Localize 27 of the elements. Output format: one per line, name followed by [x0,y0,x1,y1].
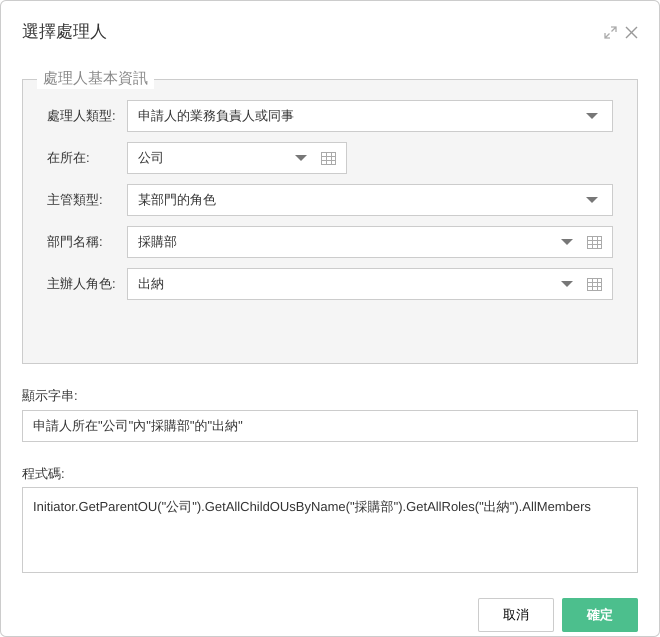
field-label: 在所在: [47,149,91,168]
expand-icon[interactable] [604,26,617,38]
fieldset-legend: 處理人基本資訊 [37,69,154,89]
dialog-title: 選擇處理人 [22,22,107,42]
select-field[interactable]: 公司 [127,142,347,174]
table-icon[interactable] [587,278,602,290]
close-icon[interactable] [625,26,638,38]
caret-icon[interactable] [561,239,573,245]
code-textarea[interactable]: Initiator.GetParentOU("公司").GetAllChildOUsByName("採購部").GetAllRoles("出納").AllMembers [22,487,638,573]
field-label: 處理人類型: [47,107,117,126]
field-label: 顯示字串: [22,387,79,405]
cancel-button[interactable]: 取消 [478,598,554,632]
caret-icon[interactable] [561,281,573,287]
caret-icon[interactable] [586,113,598,119]
select-field[interactable]: 申請人的業務負責人或同事 [127,100,613,132]
select-field[interactable]: 採購部 [127,226,613,258]
select-field[interactable]: 出納 [127,268,613,300]
table-icon[interactable] [321,152,336,164]
field-label: 程式碼: [22,464,66,482]
field-label: 主辦人角色: [47,275,117,294]
field-label: 部門名稱: [47,233,104,252]
field-label: 主管類型: [47,191,104,210]
select-field[interactable]: 某部門的角色 [127,184,613,216]
caret-icon[interactable] [295,155,307,161]
input-field[interactable]: 申請人所在"公司"內"採購部"的"出納" [22,410,638,442]
caret-icon[interactable] [586,197,598,203]
table-icon[interactable] [587,236,602,248]
